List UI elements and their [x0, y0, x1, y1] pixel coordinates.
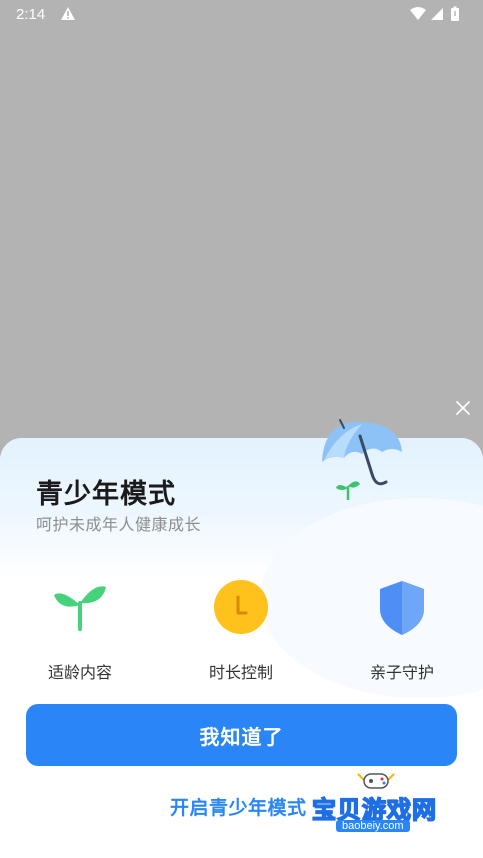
close-icon[interactable] — [452, 397, 474, 419]
watermark-url: baobeiy.com — [336, 820, 410, 832]
feature-time-control: 时长控制 — [171, 577, 311, 683]
gamepad-icon — [357, 773, 395, 789]
feature-age-content: 适龄内容 — [10, 577, 150, 683]
feature-label: 亲子守护 — [369, 663, 434, 682]
got-it-button[interactable]: 我知道了 — [26, 704, 457, 766]
warning-icon — [60, 6, 76, 25]
clock-icon — [211, 577, 271, 637]
feature-parent-guard: 亲子守护 — [332, 577, 472, 683]
shield-icon — [372, 577, 432, 637]
page-title: 青少年模式 — [36, 479, 176, 510]
sprout-icon — [50, 577, 110, 637]
status-icons — [409, 6, 467, 26]
status-bar: 2:14 — [0, 0, 483, 28]
page-subtitle: 呵护未成年人健康成长 — [36, 515, 202, 534]
feature-label: 时长控制 — [208, 663, 273, 682]
wifi-icon — [410, 7, 426, 20]
enable-teen-mode-link[interactable]: 开启青少年模式 — [170, 793, 307, 820]
signal-icon — [431, 8, 443, 20]
status-time: 2:14 — [16, 6, 46, 23]
battery-icon — [451, 6, 459, 21]
umbrella-icon — [312, 412, 412, 507]
feature-label: 适龄内容 — [47, 663, 112, 682]
watermark: 宝贝游戏网 baobeiy.com — [311, 768, 472, 842]
